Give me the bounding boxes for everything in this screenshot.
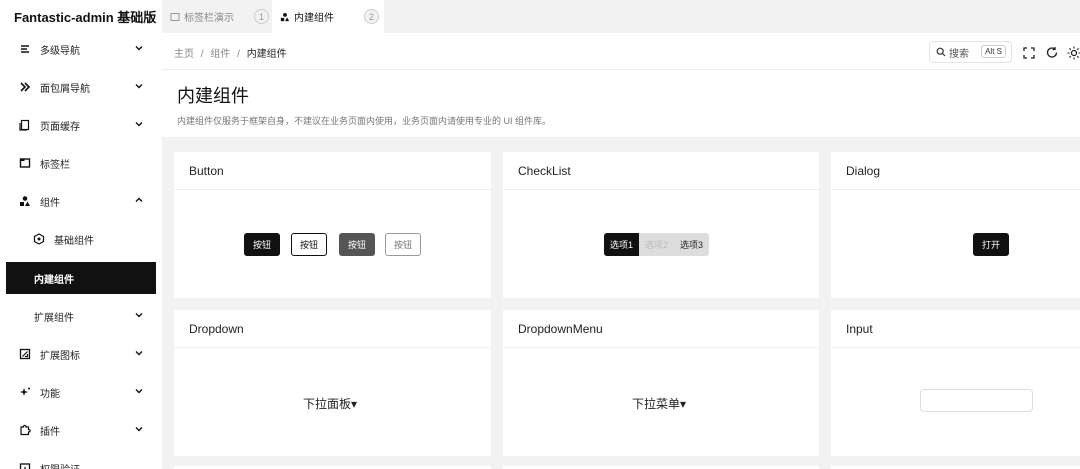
card-dropdown: Dropdown 下拉面板▾ [174, 310, 491, 456]
dropdown-menu-trigger[interactable]: 下拉菜单▾ [632, 395, 686, 412]
sidebar-item-basic-components[interactable]: 基础组件 [6, 223, 156, 255]
chevron-down-icon [135, 427, 143, 432]
component-icon [32, 232, 46, 246]
tab-label: 标签栏演示 [184, 13, 234, 24]
sidebar-item-label: 扩展组件 [34, 312, 74, 324]
card-checklist: CheckList 选项1 选项2 选项3 [503, 152, 819, 298]
tab-index-badge: 1 [254, 9, 269, 24]
card-title: DropdownMenu [503, 310, 819, 348]
sidebar-item-features[interactable]: 功能 [6, 376, 156, 408]
sidebar: Fantastic-admin 基础版 多级导航 面包屑导航 页面缓存 标签栏 … [0, 0, 162, 469]
button-solid[interactable]: 按钮 [244, 233, 280, 256]
sidebar-item-label: 基础组件 [54, 235, 94, 247]
card-title: Dialog [831, 152, 1080, 190]
sidebar-item-label: 组件 [40, 197, 60, 209]
breadcrumb-current: 内建组件 [246, 49, 287, 60]
sidebar-item-label: 标签栏 [40, 159, 70, 171]
sidebar-item-label: 内建组件 [34, 274, 74, 286]
text-input[interactable] [920, 389, 1033, 412]
icon-box-icon [18, 347, 32, 361]
button-disabled-solid[interactable]: 按钮 [339, 233, 375, 256]
sidebar-item-label: 扩展图标 [40, 350, 80, 362]
sidebar-item-label: 页面缓存 [40, 121, 80, 133]
app-logo-title[interactable]: Fantastic-admin 基础版 [0, 0, 162, 33]
breadcrumb: 主页 / 组件 / 内建组件 [174, 45, 287, 60]
chevron-down-icon [135, 389, 143, 394]
sidebar-item-multilevel-nav[interactable]: 多级导航 [6, 33, 156, 65]
chevron-down-icon [135, 313, 143, 318]
open-dialog-button[interactable]: 打开 [973, 233, 1009, 256]
page-header: 内建组件 内建组件仅服务于框架自身，不建议在业务页面内使用，业务页面内请使用专业… [162, 70, 1080, 137]
sidebar-item-plugins[interactable]: 插件 [6, 414, 156, 446]
breadcrumb-separator: / [237, 49, 240, 60]
sidebar-item-label: 面包屑导航 [40, 83, 90, 95]
card-button: Button 按钮 按钮 按钮 按钮 [174, 152, 491, 298]
dropdown-trigger[interactable]: 下拉面板▾ [303, 395, 357, 412]
sidebar-item-tabbar[interactable]: 标签栏 [6, 147, 156, 179]
card-title: Button [174, 152, 491, 190]
shapes-icon [18, 194, 32, 208]
sidebar-item-label: 插件 [40, 426, 60, 438]
shapes-icon [280, 12, 290, 21]
card-title: CheckList [503, 152, 819, 190]
sparkle-icon [18, 385, 32, 399]
puzzle-icon [18, 423, 32, 437]
chevron-up-icon [135, 197, 143, 202]
chevron-down-icon [135, 46, 143, 51]
breadcrumb-parent[interactable]: 组件 [210, 49, 230, 60]
breadcrumb-home[interactable]: 主页 [174, 49, 194, 60]
page-description: 内建组件仅服务于框架自身，不建议在业务页面内使用，业务页面内请使用专业的 UI … [177, 116, 552, 126]
tab-index-badge: 2 [364, 9, 379, 24]
shield-icon [18, 461, 32, 469]
sidebar-item-permission[interactable]: 权限验证 [6, 452, 156, 469]
sidebar-item-label: 多级导航 [40, 45, 80, 57]
sidebar-item-label: 权限验证 [40, 461, 80, 469]
pages-icon [18, 118, 32, 132]
checklist-option-2[interactable]: 选项2 [639, 233, 674, 256]
card-title: Input [831, 310, 1080, 348]
fullscreen-icon[interactable] [1022, 46, 1036, 60]
sidebar-item-label: 功能 [40, 388, 60, 400]
double-chevron-icon [18, 80, 32, 94]
chevron-down-icon [135, 122, 143, 127]
sidebar-item-components[interactable]: 组件 [6, 185, 156, 217]
tab-window-icon [170, 12, 180, 21]
button-disabled-outline[interactable]: 按钮 [385, 233, 421, 256]
button-outline[interactable]: 按钮 [291, 233, 327, 256]
tab-bar: 标签栏演示 1 内建组件 2 [162, 0, 1080, 33]
tab-label: 内建组件 [294, 13, 334, 24]
chevron-down-icon [135, 84, 143, 89]
chevron-down-icon [135, 351, 143, 356]
tab-builtin-components[interactable]: 内建组件 2 [272, 0, 384, 33]
sidebar-item-breadcrumb-nav[interactable]: 面包屑导航 [6, 71, 156, 103]
toolbar: 主页 / 组件 / 内建组件 搜索 Alt S [162, 33, 1080, 70]
search-shortcut: Alt S [981, 45, 1006, 58]
checklist-option-3[interactable]: 选项3 [674, 233, 709, 256]
card-title: Dropdown [174, 310, 491, 348]
sidebar-item-page-cache[interactable]: 页面缓存 [6, 109, 156, 141]
card-input: Input [831, 310, 1080, 456]
refresh-icon[interactable] [1045, 46, 1059, 60]
tab-window-icon [18, 156, 32, 170]
sidebar-item-builtin-components[interactable]: 内建组件 [6, 262, 156, 294]
breadcrumb-separator: / [200, 49, 204, 60]
card-dialog: Dialog 打开 [831, 152, 1080, 298]
search-label: 搜索 [949, 48, 969, 60]
checklist: 选项1 选项2 选项3 [604, 233, 710, 256]
sidebar-item-extended-icons[interactable]: 扩展图标 [6, 338, 156, 370]
sun-icon[interactable] [1067, 46, 1080, 60]
checklist-option-1[interactable]: 选项1 [604, 233, 640, 256]
search-icon [936, 47, 946, 57]
card-dropdown-menu: DropdownMenu 下拉菜单▾ [503, 310, 819, 456]
menu-lines-icon [18, 42, 32, 56]
page-title: 内建组件 [177, 86, 249, 106]
tab-tabbar-demo[interactable]: 标签栏演示 1 [162, 0, 272, 33]
search-button[interactable]: 搜索 Alt S [929, 41, 1012, 63]
sidebar-item-extended-components[interactable]: 扩展组件 [6, 300, 156, 332]
